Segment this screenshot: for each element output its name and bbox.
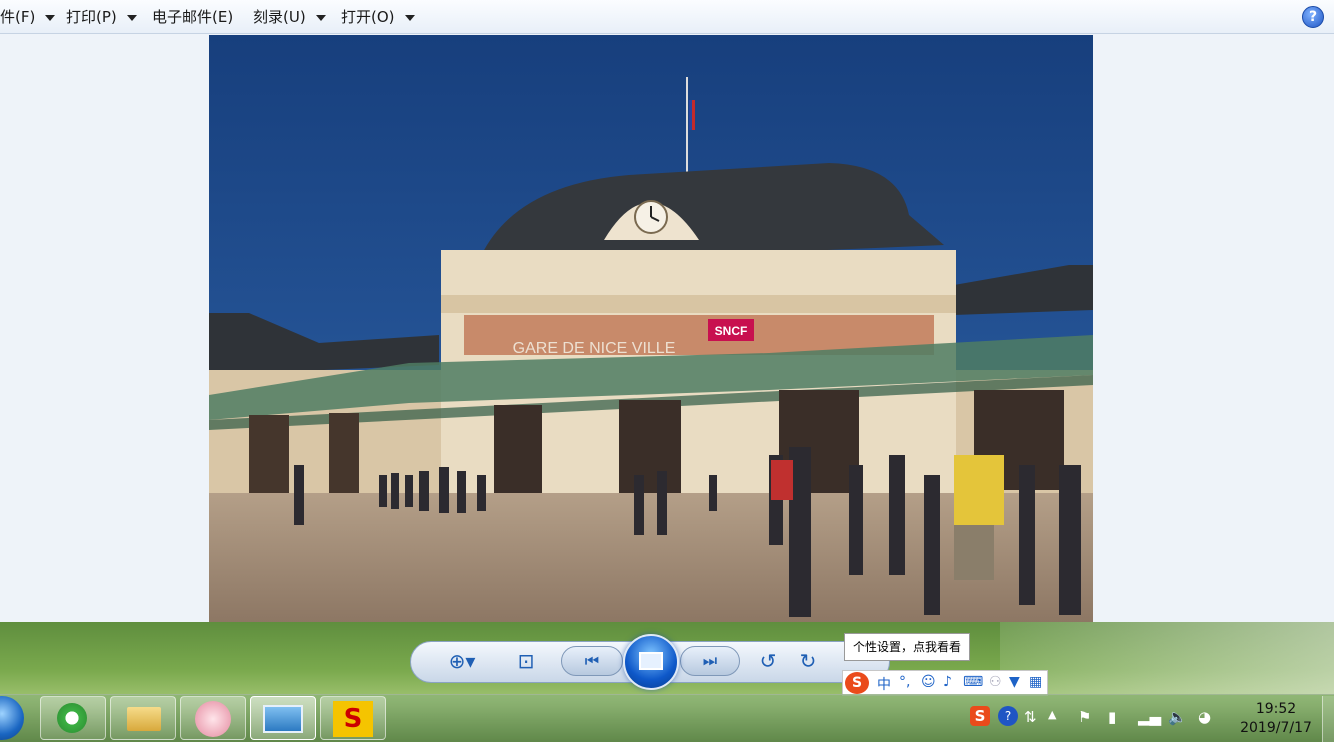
chevron-down-icon xyxy=(315,14,326,21)
action-center-icon[interactable]: ⚑ xyxy=(1078,708,1091,726)
avatar-icon xyxy=(195,701,231,737)
taskbar-ie-button[interactable] xyxy=(40,696,106,740)
facade-lettering: GARE DE NICE VILLE xyxy=(513,340,676,357)
slideshow-icon xyxy=(639,652,663,670)
help-tray-icon[interactable]: ? xyxy=(998,706,1018,726)
sncf-sign: SNCF xyxy=(715,324,748,338)
taskbar-sogou-button[interactable]: S xyxy=(320,696,386,740)
taskbar-explorer-button[interactable] xyxy=(110,696,176,740)
folder-icon xyxy=(127,707,161,731)
ime-toolbar: S 中 °, ☺ ♪ ⌨ ⚇ ▼ ▦ xyxy=(842,670,1048,696)
skin-icon[interactable]: ▼ xyxy=(1009,674,1020,690)
photo-image: SNCF GARE DE NICE VILLE xyxy=(209,35,1093,622)
system-clock[interactable]: 19:52 2019/7/17 xyxy=(1236,700,1316,738)
sogou-tray-icon[interactable]: S xyxy=(970,706,990,726)
ime-punct-toggle[interactable]: °, xyxy=(899,674,910,690)
zoom-icon[interactable]: ⊕▾ xyxy=(440,641,484,681)
emoji-icon[interactable]: ☺ xyxy=(921,674,936,690)
menu-open[interactable]: 打开(O) xyxy=(341,0,415,34)
menu-burn[interactable]: 刻录(U) xyxy=(253,0,326,34)
show-hidden-icons[interactable]: ▲ xyxy=(1048,708,1056,721)
clock-time: 19:52 xyxy=(1255,701,1297,717)
rotate-left-icon[interactable]: ↺ xyxy=(752,641,784,681)
previous-icon[interactable]: ⏮ xyxy=(572,641,612,681)
microphone-icon[interactable]: ♪ xyxy=(943,674,952,690)
menu-email[interactable]: 电子邮件(E) xyxy=(152,0,233,34)
ime-tooltip: 个性设置，点我看看 xyxy=(844,633,970,661)
keyboard-icon[interactable]: ⌨ xyxy=(963,674,983,690)
desktop-blur xyxy=(1000,622,1334,694)
clock-date: 2019/7/17 xyxy=(1240,720,1312,736)
wifi-icon[interactable]: ▂▄ xyxy=(1138,708,1161,726)
ime-lang-toggle[interactable]: 中 xyxy=(877,674,891,694)
volume-icon[interactable]: 🔈 xyxy=(1168,708,1187,726)
menu-bar: 件(F) 打印(P) 电子邮件(E) 刻录(U) 打开(O) ? xyxy=(0,0,1334,34)
power-icon[interactable]: ▮ xyxy=(1108,708,1116,726)
network-arrows-icon[interactable]: ⇅ xyxy=(1024,708,1037,726)
browser-icon xyxy=(57,703,87,733)
taskbar-photo-viewer-button[interactable] xyxy=(250,696,316,740)
rotate-right-icon[interactable]: ↻ xyxy=(792,641,824,681)
next-icon[interactable]: ⏭ xyxy=(690,641,730,681)
show-desktop-button[interactable] xyxy=(1322,696,1334,742)
user-icon[interactable]: ⚇ xyxy=(989,674,1002,690)
menu-file[interactable]: 件(F) xyxy=(0,0,56,34)
slideshow-button[interactable] xyxy=(623,634,679,690)
chevron-down-icon xyxy=(126,14,137,21)
sogou-app-icon: S xyxy=(333,701,373,737)
sogou-logo-icon[interactable]: S xyxy=(845,672,869,694)
chevron-down-icon xyxy=(45,14,56,21)
qq-tray-icon[interactable]: ◕ xyxy=(1198,708,1211,726)
photo-viewer-icon xyxy=(263,705,303,733)
help-icon[interactable]: ? xyxy=(1302,6,1324,28)
chevron-down-icon xyxy=(404,14,415,21)
fit-to-window-icon[interactable]: ⊡ xyxy=(508,641,544,681)
taskbar-qq-button[interactable] xyxy=(180,696,246,740)
photo-viewer: SNCF GARE DE NICE VILLE xyxy=(0,34,1334,622)
grid-menu-icon[interactable]: ▦ xyxy=(1029,674,1042,690)
menu-print[interactable]: 打印(P) xyxy=(66,0,137,34)
